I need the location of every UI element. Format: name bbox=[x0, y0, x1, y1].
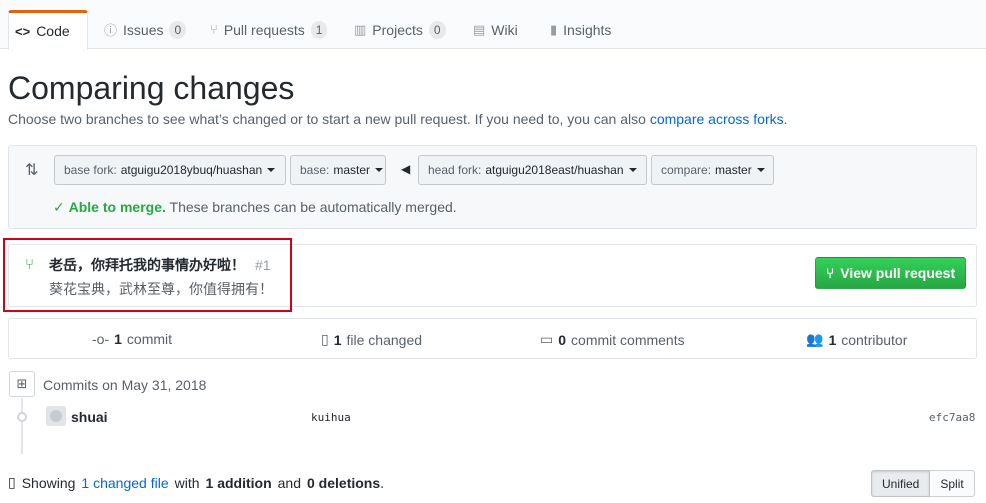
range-editor: ⇅ base fork: atguigu2018ybuq/huashan base… bbox=[8, 145, 977, 229]
changed-files-link[interactable]: 1 changed file bbox=[81, 475, 168, 491]
pull-requests-counter: 1 bbox=[310, 20, 328, 39]
head-fork-select[interactable]: head fork: atguigu2018east/huashan bbox=[418, 155, 647, 185]
view-pull-request-button[interactable]: ⑂ View pull request bbox=[815, 257, 966, 289]
tab-pull-requests-label: Pull requests bbox=[223, 21, 305, 38]
commit-message[interactable]: kuihua bbox=[311, 411, 351, 424]
book-icon: ▤ bbox=[473, 21, 486, 37]
tab-code[interactable]: <> Code bbox=[8, 10, 88, 50]
commit-date: Commits on May 31, 2018 bbox=[43, 377, 207, 393]
split-button[interactable]: Split bbox=[930, 470, 975, 497]
timeline-line bbox=[21, 398, 23, 454]
caret-down-icon bbox=[375, 168, 384, 172]
tab-insights[interactable]: ▮ Insights bbox=[544, 10, 617, 49]
stat-files[interactable]: ▯ 1 file changed bbox=[321, 331, 422, 348]
compare-stats: -o- 1 commit ▯ 1 file changed ▭ 0 commit comme… bbox=[8, 318, 977, 359]
compare-label: compare: bbox=[661, 163, 712, 177]
base-fork-select[interactable]: base fork: atguigu2018ybuq/huashan bbox=[54, 155, 286, 185]
highlight-box bbox=[3, 238, 292, 312]
file-diff-icon: ▯ bbox=[321, 331, 329, 347]
caret-down-icon bbox=[756, 168, 765, 172]
tab-issues[interactable]: ⓘ Issues 0 bbox=[98, 10, 192, 49]
files-count: 1 bbox=[333, 331, 342, 348]
pull-request-icon: ⑂ bbox=[825, 265, 835, 281]
caret-down-icon bbox=[628, 168, 637, 172]
subtitle-text: Choose two branches to see what’s change… bbox=[8, 111, 650, 127]
additions-count: 1 addition bbox=[205, 474, 272, 491]
and-label: and bbox=[277, 474, 301, 491]
commit-author[interactable]: shuai bbox=[71, 409, 108, 425]
deletions-count: 0 deletions bbox=[307, 474, 381, 491]
period: . bbox=[380, 474, 385, 491]
stat-comments[interactable]: ▭ 0 commit comments bbox=[540, 331, 685, 348]
graph-icon: ▮ bbox=[550, 21, 558, 37]
compare-across-forks-link[interactable]: compare across forks bbox=[650, 111, 784, 127]
tab-insights-label: Insights bbox=[563, 21, 612, 38]
subtitle-end: . bbox=[783, 111, 788, 127]
unified-button[interactable]: Unified bbox=[871, 470, 931, 497]
showing-label: Showing bbox=[21, 474, 76, 491]
compare-value: master bbox=[715, 163, 752, 177]
file-icon: ▯ bbox=[8, 474, 16, 490]
check-icon: ✓ bbox=[53, 199, 65, 215]
tab-wiki[interactable]: ▤ Wiki bbox=[467, 10, 524, 49]
compare-branch-select[interactable]: compare: master bbox=[651, 155, 774, 185]
stat-commits[interactable]: -o- 1 commit bbox=[92, 331, 172, 347]
commit-sha[interactable]: efc7aa8 bbox=[929, 411, 975, 424]
contributors-label: contributor bbox=[841, 331, 908, 348]
tab-issues-label: Issues bbox=[123, 21, 164, 38]
tab-pull-requests[interactable]: ⑂ Pull requests 1 bbox=[204, 10, 333, 49]
base-value: master bbox=[333, 163, 371, 177]
stat-contributors[interactable]: 👥 1 contributor bbox=[806, 331, 907, 348]
compare-swap-icon[interactable]: ⇅ bbox=[25, 160, 38, 180]
merge-status-label: Able to merge. bbox=[68, 199, 166, 215]
tab-projects[interactable]: ▥ Projects 0 bbox=[348, 10, 452, 49]
head-fork-value: atguigu2018east/huashan bbox=[485, 163, 624, 177]
code-icon: <> bbox=[15, 23, 31, 39]
issues-counter: 0 bbox=[169, 20, 187, 39]
commit-dot-icon bbox=[17, 412, 27, 422]
merge-status: ✓ Able to merge. These branches can be a… bbox=[53, 199, 457, 216]
with-label: with bbox=[174, 474, 200, 491]
base-label: base: bbox=[300, 163, 330, 177]
repo-nav-tabs: <> Code ⓘ Issues 0 ⑂ Pull requests 1 ▥ P… bbox=[0, 0, 986, 50]
commit-icon: -o- bbox=[92, 331, 110, 347]
commits-count: 1 bbox=[114, 331, 122, 347]
tab-code-label: Code bbox=[36, 23, 70, 39]
files-label: file changed bbox=[346, 331, 423, 348]
base-fork-value: atguigu2018ybuq/huashan bbox=[120, 163, 263, 177]
contributors-count: 1 bbox=[828, 331, 837, 348]
commit-date-icon: ⊞ bbox=[9, 371, 35, 397]
issue-icon: ⓘ bbox=[104, 23, 118, 38]
page-subtitle: Choose two branches to see what’s change… bbox=[8, 111, 788, 127]
comments-label: commit comments bbox=[571, 331, 685, 348]
project-icon: ▥ bbox=[354, 21, 367, 37]
tab-projects-label: Projects bbox=[372, 21, 423, 38]
diff-summary: ▯ Showing 1 changed file with 1 addition… bbox=[8, 474, 384, 491]
comment-icon: ▭ bbox=[540, 331, 554, 347]
page-title: Comparing changes bbox=[8, 70, 295, 106]
view-pull-request-label: View pull request bbox=[840, 265, 956, 281]
caret-down-icon bbox=[267, 168, 276, 172]
pull-request-icon: ⑂ bbox=[210, 22, 218, 37]
avatar[interactable] bbox=[46, 406, 66, 426]
tab-wiki-label: Wiki bbox=[491, 21, 518, 38]
merge-status-text: These branches can be automatically merg… bbox=[165, 199, 457, 215]
comments-count: 0 bbox=[558, 331, 567, 348]
head-fork-label: head fork: bbox=[428, 163, 482, 177]
diff-view-toggle: Unified Split bbox=[871, 470, 975, 497]
projects-counter: 0 bbox=[428, 20, 446, 39]
base-branch-select[interactable]: base: master bbox=[290, 155, 386, 185]
base-fork-label: base fork: bbox=[64, 163, 117, 177]
people-icon: 👥 bbox=[806, 331, 824, 347]
commits-label: commit bbox=[126, 331, 173, 347]
arrow-left-icon: ◀ bbox=[401, 162, 411, 176]
